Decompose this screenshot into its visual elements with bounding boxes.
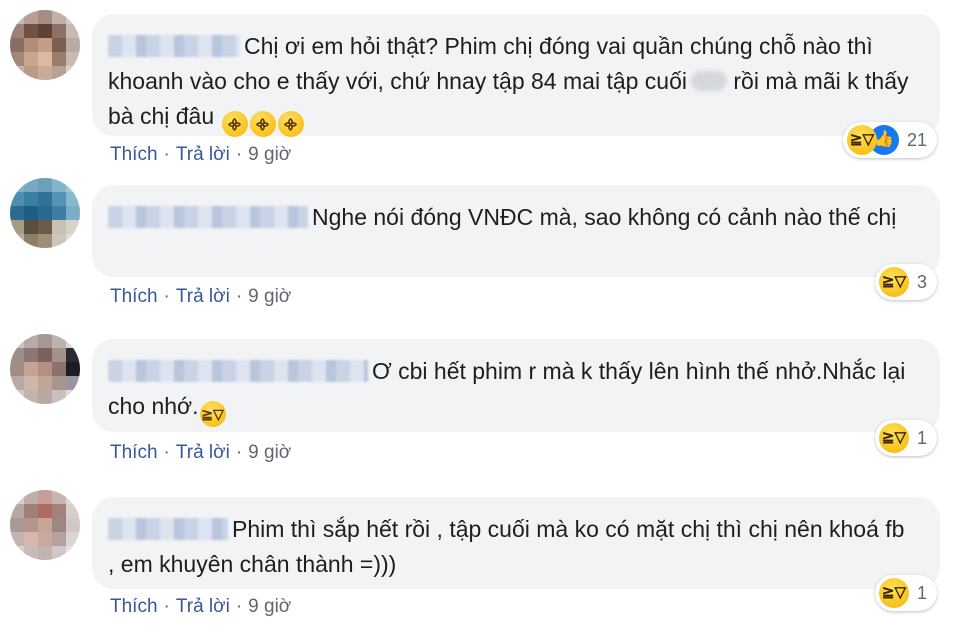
separator-dot: · bbox=[163, 442, 170, 463]
avatar[interactable] bbox=[10, 334, 80, 404]
reaction-count: 1 bbox=[916, 582, 927, 603]
separator-dot: · bbox=[235, 596, 243, 617]
avatar[interactable] bbox=[10, 490, 80, 560]
comment-text: Chị ơi em hỏi thật? Phim chị đóng vai qu… bbox=[108, 29, 910, 137]
like-link[interactable]: Thích bbox=[110, 144, 158, 165]
tired-face-emoji: ᯽ bbox=[277, 111, 304, 137]
comment-actions: Thích · Trả lời · 9 giờ bbox=[110, 442, 291, 464]
separator-dot: · bbox=[235, 442, 243, 463]
comment-bubble: Phim thì sắp hết rồi , tập cuối mà ko có… bbox=[92, 497, 940, 589]
blurred-author-name[interactable] bbox=[108, 206, 308, 228]
reaction-count: 21 bbox=[906, 129, 927, 150]
comment-actions: Thích · Trả lời · 9 giờ bbox=[110, 144, 291, 166]
tired-face-emoji: ᯽ bbox=[249, 111, 276, 137]
avatar[interactable] bbox=[10, 10, 80, 80]
like-link[interactable]: Thích bbox=[110, 286, 158, 307]
comment-text: Phim thì sắp hết rồi , tập cuối mà ko có… bbox=[108, 512, 910, 582]
reaction-count: 1 bbox=[916, 427, 927, 448]
separator-dot: · bbox=[163, 286, 170, 307]
comment-actions: Thích · Trả lời · 9 giờ bbox=[110, 286, 291, 308]
separator-dot: · bbox=[235, 144, 243, 165]
comment-time[interactable]: 9 giờ bbox=[248, 596, 291, 617]
haha-reaction-icon: ≧▽ bbox=[846, 125, 877, 155]
reaction-summary[interactable]: ≧▽ 1 bbox=[874, 420, 937, 456]
comment-text: Ơ cbi hết phim r mà k thấy lên hình thế … bbox=[108, 354, 910, 427]
reaction-summary[interactable]: ≧▽ 👍 21 bbox=[842, 122, 937, 158]
tears-of-joy-emoji: ≧▽ bbox=[199, 401, 226, 427]
blurred-author-name[interactable] bbox=[108, 518, 228, 540]
comment-text: Nghe nói đóng VNĐC mà, sao không có cảnh… bbox=[108, 200, 910, 235]
blurred-author-name[interactable] bbox=[108, 35, 240, 57]
reply-link[interactable]: Trả lời bbox=[176, 596, 230, 617]
comment-body: Nghe nói đóng VNĐC mà, sao không có cảnh… bbox=[312, 204, 897, 230]
tired-face-emoji: ᯽ bbox=[221, 111, 248, 137]
comment-bubble: Nghe nói đóng VNĐC mà, sao không có cảnh… bbox=[92, 185, 940, 277]
comment-time[interactable]: 9 giờ bbox=[248, 144, 291, 165]
reply-link[interactable]: Trả lời bbox=[176, 144, 230, 165]
comment-bubble: Ơ cbi hết phim r mà k thấy lên hình thế … bbox=[92, 339, 940, 432]
haha-reaction-icon: ≧▽ bbox=[878, 423, 909, 453]
haha-reaction-icon: ≧▽ bbox=[878, 267, 909, 297]
comment-time[interactable]: 9 giờ bbox=[248, 286, 291, 307]
reaction-count: 3 bbox=[916, 271, 927, 292]
like-link[interactable]: Thích bbox=[110, 596, 158, 617]
reply-link[interactable]: Trả lời bbox=[176, 286, 230, 307]
separator-dot: · bbox=[163, 596, 170, 617]
reply-link[interactable]: Trả lời bbox=[176, 442, 230, 463]
comment-time[interactable]: 9 giờ bbox=[248, 442, 291, 463]
blurred-emoji bbox=[691, 71, 727, 91]
comment-bubble: Chị ơi em hỏi thật? Phim chị đóng vai qu… bbox=[92, 14, 940, 137]
reaction-summary[interactable]: ≧▽ 1 bbox=[874, 575, 937, 611]
reaction-summary[interactable]: ≧▽ 3 bbox=[874, 264, 937, 300]
separator-dot: · bbox=[235, 286, 243, 307]
blurred-author-name[interactable] bbox=[108, 360, 368, 382]
like-link[interactable]: Thích bbox=[110, 442, 158, 463]
avatar[interactable] bbox=[10, 178, 80, 248]
haha-reaction-icon: ≧▽ bbox=[878, 578, 909, 608]
separator-dot: · bbox=[163, 144, 170, 165]
comment-actions: Thích · Trả lời · 9 giờ bbox=[110, 596, 291, 618]
